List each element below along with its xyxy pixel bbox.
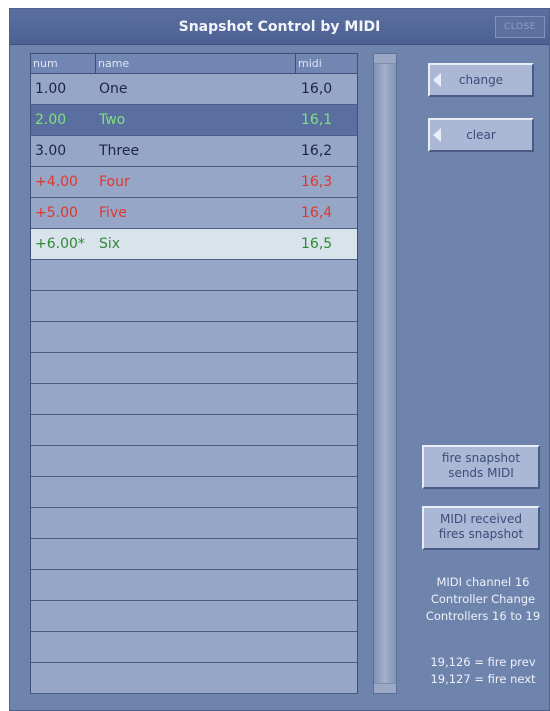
snapshot-num: +5.00 bbox=[35, 205, 78, 221]
left-arrow-icon bbox=[433, 128, 441, 142]
snapshot-midi: 16,4 bbox=[301, 205, 333, 221]
snapshot-row[interactable]: +6.00* Six 16,5 bbox=[31, 229, 357, 260]
empty-row[interactable] bbox=[31, 601, 357, 632]
midi-info-line: MIDI channel 16 bbox=[436, 575, 530, 589]
clear-button-label: clear bbox=[466, 128, 496, 142]
change-button-label: change bbox=[458, 73, 504, 87]
list-header: num name midi bbox=[31, 54, 357, 74]
empty-row[interactable] bbox=[31, 260, 357, 291]
snapshot-name: Five bbox=[99, 205, 127, 221]
list-scrollbar[interactable] bbox=[373, 53, 397, 694]
snapshot-midi: 16,5 bbox=[301, 236, 333, 252]
empty-row[interactable] bbox=[31, 415, 357, 446]
empty-row[interactable] bbox=[31, 384, 357, 415]
snapshot-num: +6.00* bbox=[35, 236, 85, 252]
midi-info-line: Controllers 16 to 19 bbox=[425, 609, 541, 623]
snapshot-row[interactable]: 3.00 Three 16,2 bbox=[31, 136, 357, 167]
snapshot-name: Three bbox=[99, 143, 140, 159]
fire-next-line: 19,127 = fire next bbox=[430, 672, 536, 686]
snapshot-name: Two bbox=[99, 112, 126, 128]
empty-row[interactable] bbox=[31, 322, 357, 353]
change-button[interactable]: change bbox=[428, 63, 534, 97]
column-header-midi[interactable]: midi bbox=[296, 54, 357, 74]
empty-row[interactable] bbox=[31, 539, 357, 570]
title-bar: Snapshot Control by MIDI CLOSE bbox=[10, 9, 549, 45]
snapshot-list[interactable]: num name midi 1.00 One 16,0 2.00 Two 16,1 3.00… bbox=[30, 53, 358, 694]
fire-info-text: 19,126 = fire prev 19,127 = fire next bbox=[408, 654, 550, 688]
snapshot-row[interactable]: +5.00 Five 16,4 bbox=[31, 198, 357, 229]
clear-button[interactable]: clear bbox=[428, 118, 534, 152]
snapshot-num: 2.00 bbox=[35, 112, 67, 128]
snapshot-name: One bbox=[99, 81, 128, 97]
empty-row[interactable] bbox=[31, 477, 357, 508]
close-button[interactable]: CLOSE bbox=[495, 16, 545, 38]
snapshot-midi: 16,2 bbox=[301, 143, 333, 159]
snapshot-midi: 16,1 bbox=[301, 112, 333, 128]
left-arrow-icon bbox=[433, 73, 441, 87]
empty-row[interactable] bbox=[31, 446, 357, 477]
snapshot-row[interactable]: 1.00 One 16,0 bbox=[31, 74, 357, 105]
snapshot-name: Four bbox=[99, 174, 130, 190]
snapshot-midi: 16,0 bbox=[301, 81, 333, 97]
scroll-down-arrow[interactable] bbox=[374, 683, 396, 693]
snapshot-row[interactable]: 2.00 Two 16,1 bbox=[31, 105, 357, 136]
fire-sends-midi-line1: fire snapshot bbox=[441, 451, 521, 465]
empty-row[interactable] bbox=[31, 632, 357, 663]
window-title: Snapshot Control by MIDI bbox=[178, 19, 381, 35]
fire-snapshot-sends-midi-toggle[interactable]: fire snapshot sends MIDI bbox=[422, 445, 540, 489]
fire-prev-line: 19,126 = fire prev bbox=[430, 655, 536, 669]
snapshot-num: +4.00 bbox=[35, 174, 78, 190]
midi-received-line2: fires snapshot bbox=[438, 527, 524, 541]
empty-row[interactable] bbox=[31, 570, 357, 601]
snapshot-midi: 16,3 bbox=[301, 174, 333, 190]
snapshot-num: 1.00 bbox=[35, 81, 67, 97]
midi-received-line1: MIDI received bbox=[440, 512, 522, 526]
column-header-name[interactable]: name bbox=[96, 54, 296, 74]
fire-sends-midi-line2: sends MIDI bbox=[448, 466, 514, 480]
snapshot-num: 3.00 bbox=[35, 143, 67, 159]
midi-info-line: Controller Change bbox=[430, 592, 536, 606]
empty-row[interactable] bbox=[31, 353, 357, 384]
midi-info-text: MIDI channel 16 Controller Change Contro… bbox=[408, 574, 550, 625]
snapshot-control-window: Snapshot Control by MIDI CLOSE num name … bbox=[9, 8, 550, 711]
empty-row[interactable] bbox=[31, 291, 357, 322]
snapshot-name: Six bbox=[99, 236, 121, 252]
empty-row[interactable] bbox=[31, 508, 357, 539]
snapshot-row[interactable]: +4.00 Four 16,3 bbox=[31, 167, 357, 198]
empty-row[interactable] bbox=[31, 663, 357, 694]
midi-received-fires-snapshot-toggle[interactable]: MIDI received fires snapshot bbox=[422, 506, 540, 550]
scroll-up-arrow[interactable] bbox=[374, 54, 396, 64]
column-header-num[interactable]: num bbox=[31, 54, 96, 74]
